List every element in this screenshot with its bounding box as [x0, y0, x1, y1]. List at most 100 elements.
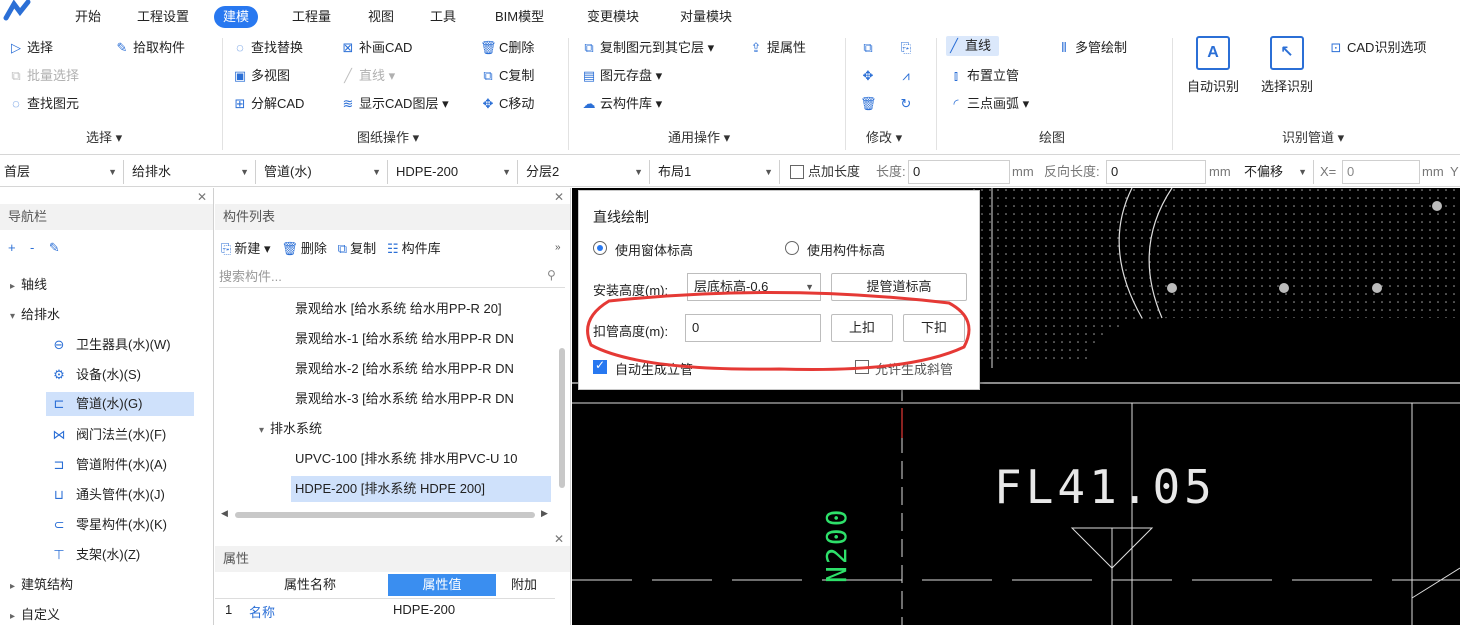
batch-select-button[interactable]: ⧉ 批量选择: [8, 66, 79, 86]
nav-item-pipe[interactable]: ⊏ 管道(水)(G): [46, 392, 194, 416]
nav-group-axis[interactable]: ▸ 轴线: [10, 273, 47, 297]
close-icon[interactable]: ✕: [197, 190, 207, 204]
component-search-input[interactable]: 搜索构件...: [219, 266, 565, 288]
floor-select[interactable]: 首层 ▼: [0, 160, 124, 184]
place-riser-button[interactable]: ⫾ 布置立管: [948, 66, 1019, 86]
tab-compare-module[interactable]: 对量模块: [671, 6, 741, 28]
c-delete-button[interactable]: 🗑 C删除: [480, 38, 534, 58]
nav-item-misc[interactable]: ⊂ 零星构件(水)(K): [50, 513, 167, 537]
close-icon[interactable]: ✕: [554, 532, 564, 546]
ribbon: ▷ 选择 ✎ 拾取构件 ⧉ 批量选择 ◌ 查找图元 选择 ▾ ◌ 查找替换 ⊠ 补画CAD …: [0, 32, 1460, 155]
find-replace-button[interactable]: ◌ 查找替换: [232, 38, 303, 58]
scroll-right-icon[interactable]: ▶: [541, 508, 548, 519]
show-cad-layers-button[interactable]: ≋ 显示CAD图层 ▾: [340, 94, 449, 114]
tab-bim-model[interactable]: BIM模型: [486, 6, 553, 28]
extract-properties-button[interactable]: ⇪ 提属性: [748, 38, 806, 58]
select-button[interactable]: ▷ 选择: [8, 38, 53, 58]
length-input[interactable]: 0: [908, 160, 1010, 184]
auto-recognize-button[interactable]: A 自动识别: [1180, 36, 1246, 95]
three-point-arc-button[interactable]: ◜ 三点画弧 ▾: [948, 94, 1029, 114]
scroll-left-icon[interactable]: ◀: [221, 508, 228, 519]
drain-system-group[interactable]: ▾ 排水系统: [259, 416, 322, 442]
nav-toolbar: + - ✎: [8, 236, 60, 260]
pick-component-button[interactable]: ✎ 拾取构件: [114, 38, 185, 58]
tab-start[interactable]: 开始: [66, 6, 110, 28]
multi-pipe-draw-button[interactable]: ⫴ 多管绘制: [1056, 38, 1127, 58]
pipe-icon: ⊏: [53, 396, 65, 411]
add-cad-button[interactable]: ⊠ 补画CAD: [340, 38, 413, 58]
layer-select[interactable]: 分层2 ▼: [522, 160, 650, 184]
explode-cad-button[interactable]: ⊞ 分解CAD: [232, 94, 305, 114]
component-item[interactable]: 景观给水-3 [给水系统 给水用PP-R DN: [295, 386, 555, 412]
collapse-all-icon[interactable]: -: [30, 240, 34, 255]
add-length-checkbox[interactable]: [790, 165, 804, 179]
modify-delete-button[interactable]: 🗑: [860, 94, 879, 114]
element-save-button[interactable]: ▤ 图元存盘 ▾: [581, 66, 662, 86]
use-window-elevation-radio[interactable]: [593, 241, 607, 255]
cloud-library-button[interactable]: ☁ 云构件库 ▾: [581, 94, 663, 114]
nav-item-bracket[interactable]: ⊤ 支架(水)(Z): [50, 543, 140, 567]
tab-tools[interactable]: 工具: [421, 6, 465, 28]
component-select[interactable]: HDPE-200 ▼: [392, 160, 518, 184]
drawing-ops-group-label[interactable]: 图纸操作 ▾: [357, 128, 419, 148]
component-item-selected[interactable]: HDPE-200 [排水系统 HDPE 200]: [291, 476, 551, 502]
delete-button[interactable]: 🗑 删除: [281, 241, 327, 256]
draw-line-button[interactable]: ╱ 直线: [946, 36, 1000, 56]
modify-extend-button[interactable]: ⎘: [898, 38, 917, 58]
nav-item-fitting[interactable]: ⊔ 通头管件(水)(J): [50, 483, 165, 507]
modify-mirror-button[interactable]: ⩘: [898, 66, 917, 86]
offset-select[interactable]: 不偏移 ▼: [1240, 160, 1314, 184]
copy-to-other-floor-button[interactable]: ⧉ 复制图元到其它层 ▾: [581, 38, 714, 58]
tab-quantity[interactable]: 工程量: [283, 6, 340, 28]
expand-all-icon[interactable]: +: [8, 240, 16, 255]
multi-view-button[interactable]: ▣ 多视图: [232, 66, 290, 86]
chevron-down-icon: ▼: [108, 167, 117, 177]
copy-button[interactable]: ⧉ 复制: [338, 241, 376, 256]
property-row-value[interactable]: HDPE-200: [393, 602, 455, 617]
component-item[interactable]: UPVC-100 [排水系统 排水用PVC-U 10: [295, 446, 555, 472]
new-button[interactable]: ⎘ 新建 ▾: [221, 241, 271, 256]
c-move-button[interactable]: ✥ C移动: [480, 94, 535, 114]
reverse-length-input[interactable]: 0: [1106, 160, 1206, 184]
nav-group-water[interactable]: ▾ 给排水: [10, 303, 60, 327]
select-recognize-button[interactable]: ↖ 选择识别: [1254, 36, 1320, 95]
batch-select-icon: ⧉: [11, 68, 21, 83]
more-icon[interactable]: »: [555, 242, 561, 253]
x-input[interactable]: 0: [1342, 160, 1420, 184]
vertical-scrollbar[interactable]: [559, 348, 565, 488]
library-button[interactable]: ☷ 构件库: [387, 241, 441, 256]
use-component-elevation-radio[interactable]: [785, 241, 799, 255]
modify-move-button[interactable]: ✥: [860, 66, 879, 86]
edit-icon[interactable]: ✎: [49, 240, 60, 255]
system-select[interactable]: 给排水 ▼: [128, 160, 256, 184]
close-icon[interactable]: ✕: [554, 190, 564, 204]
modify-group-label[interactable]: 修改 ▾: [866, 128, 902, 148]
component-item[interactable]: 景观给水 [给水系统 给水用PP-R 20]: [295, 296, 555, 322]
find-element-button[interactable]: ◌ 查找图元: [8, 94, 79, 114]
properties-title: 属性: [215, 546, 570, 572]
select-group-label[interactable]: 选择 ▾: [86, 128, 122, 148]
tab-view[interactable]: 视图: [359, 6, 403, 28]
general-ops-group-label[interactable]: 通用操作 ▾: [668, 128, 730, 148]
type-select[interactable]: 管道(水) ▼: [260, 160, 388, 184]
nav-group-building[interactable]: ▸ 建筑结构: [10, 573, 73, 597]
nav-item-pipe-accessory[interactable]: ⊐ 管道附件(水)(A): [50, 453, 167, 477]
tab-modeling[interactable]: 建模: [214, 6, 259, 28]
layout-select[interactable]: 布局1 ▼: [654, 160, 780, 184]
nav-item-valve[interactable]: ⋈ 阀门法兰(水)(F): [50, 423, 167, 447]
line-cad-button[interactable]: ╱ 直线 ▾: [340, 66, 395, 86]
nav-group-custom[interactable]: ▸ 自定义: [10, 603, 60, 625]
nav-item-sanitary[interactable]: ⊖ 卫生器具(水)(W): [50, 333, 171, 357]
c-copy-button[interactable]: ⧉ C复制: [480, 66, 534, 86]
modify-copy-button[interactable]: ⧉: [860, 38, 879, 58]
component-item[interactable]: 景观给水-2 [给水系统 给水用PP-R DN: [295, 356, 555, 382]
tab-project-settings[interactable]: 工程设置: [128, 6, 198, 28]
recognize-group-label[interactable]: 识别管道 ▾: [1282, 128, 1344, 148]
tab-change-module[interactable]: 变更模块: [578, 6, 648, 28]
nav-item-equipment[interactable]: ⚙ 设备(水)(S): [50, 363, 141, 387]
dialog-title: 直线绘制: [593, 209, 649, 225]
modify-rotate-button[interactable]: ↻: [898, 94, 917, 114]
cad-recognize-options-button[interactable]: ⊡ CAD识别选项: [1328, 38, 1427, 58]
component-item[interactable]: 景观给水-1 [给水系统 给水用PP-R DN: [295, 326, 555, 352]
horizontal-scrollbar[interactable]: [235, 512, 535, 518]
